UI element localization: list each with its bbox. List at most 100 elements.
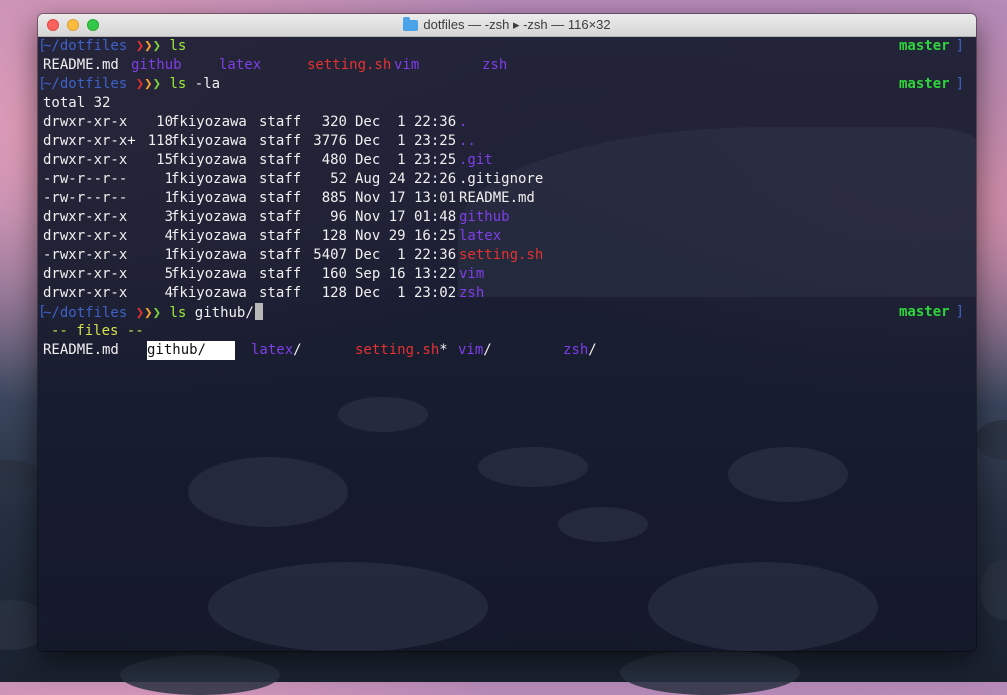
permissions: drwxr-xr-x (43, 114, 128, 130)
owner: fkiyozawa (171, 190, 247, 206)
completion-line: README.md github/latex/setting.sh* vim/zsh… (38, 341, 976, 360)
path-separator: / (293, 342, 302, 358)
file-size: 5407 (313, 247, 347, 263)
owner: fkiyozawa (171, 228, 247, 244)
completion-item[interactable]: README.md (43, 341, 119, 360)
executable-entry: setting.sh (307, 57, 392, 73)
command-argument: -la (194, 76, 221, 92)
completion-item-selected[interactable]: github/ (147, 341, 235, 360)
background-rock (188, 457, 348, 527)
desktop-rock (980, 560, 1007, 620)
directory-entry: github (131, 57, 182, 73)
window-controls (47, 19, 99, 31)
directory-entry: zsh (482, 57, 508, 73)
file-size: 3776 (313, 133, 347, 149)
file-name: .git (459, 152, 493, 168)
long-listing-row: drwxr-xr-x+ 118 fkiyozawa staff 3776 Dec 1 23… (38, 132, 976, 151)
path-separator: / (483, 342, 492, 358)
completion-item[interactable]: latex/ (251, 341, 302, 360)
prompt-arrow-icon: ❯ (135, 76, 145, 92)
file-name: README.md (459, 190, 535, 206)
prompt-directory: ~/dotfiles (43, 76, 128, 92)
link-count: 118 (147, 133, 173, 149)
completion-item[interactable]: setting.sh* (355, 341, 448, 360)
long-listing-row: -rw-r--r-- 1 fkiyozawa staff 52 Aug 24 22:26.… (38, 170, 976, 189)
window-title: dotfiles — -zsh ▸ -zsh — 116×32 (423, 17, 611, 32)
permissions: drwxr-xr-x (43, 209, 128, 225)
desktop-rock (620, 650, 800, 695)
modified-date: Dec 1 22:36 (355, 114, 457, 130)
owner: fkiyozawa (171, 209, 247, 225)
file-entry: README.md (43, 57, 119, 73)
completion-item[interactable]: vim/ (458, 341, 492, 360)
prompt-arrow-icon: ❯ (144, 305, 153, 321)
prompt-line: [~/dotfiles ❯❯❯ ls master] (38, 37, 976, 56)
file-size: 480 (321, 152, 347, 168)
owner: fkiyozawa (171, 171, 247, 187)
prompt-arrow-icon: ❯ (152, 76, 162, 92)
file-size: 160 (321, 266, 347, 282)
long-listing: drwxr-xr-x 10 fkiyozawa staff 320 Dec 1 22:36… (38, 113, 976, 303)
close-button[interactable] (47, 19, 59, 31)
total-line: total 32 (38, 94, 976, 113)
command: ls (169, 76, 187, 92)
minimize-button[interactable] (67, 19, 79, 31)
path-separator: / (588, 342, 597, 358)
directory-entry: vim (394, 57, 420, 73)
permissions: -rwxr-xr-x (43, 247, 128, 263)
total-count: total 32 (43, 95, 111, 111)
completion-header: -- files -- (51, 323, 144, 339)
background-rock (648, 562, 878, 651)
completion-item-label: setting.sh (355, 342, 440, 358)
prompt-arrow-icon: ❯ (152, 38, 162, 54)
prompt-directory: ~/dotfiles (43, 305, 128, 321)
prompt-bracket: ] (955, 304, 964, 320)
file-size: 320 (321, 114, 347, 130)
long-listing-row: drwxr-xr-x 4 fkiyozawa staff 128 Nov 29 16:25… (38, 227, 976, 246)
zoom-button[interactable] (87, 19, 99, 31)
group: staff (259, 266, 302, 282)
group: staff (259, 171, 302, 187)
file-name: setting.sh (459, 247, 544, 263)
completion-item-label: github (147, 342, 198, 358)
file-name: vim (459, 266, 485, 282)
path-separator: / (197, 342, 207, 358)
desktop-rock (120, 655, 280, 695)
permissions: drwxr-xr-x (43, 285, 128, 301)
title-bar[interactable]: dotfiles — -zsh ▸ -zsh — 116×32 (38, 14, 976, 37)
terminal-content[interactable]: [~/dotfiles ❯❯❯ ls master] README.md githu… (38, 37, 976, 651)
group: staff (259, 247, 302, 263)
command-input[interactable]: github/ (195, 305, 254, 321)
modified-date: Nov 17 13:01 (355, 190, 457, 206)
directory-entry: latex (219, 57, 262, 73)
file-name: .gitignore (459, 171, 544, 187)
prompt-line: [~/dotfiles ❯❯❯ ls -la master] (38, 75, 976, 94)
git-branch: master] (899, 75, 964, 94)
desktop-rock (0, 460, 40, 490)
file-size: 128 (321, 285, 347, 301)
long-listing-row: drwxr-xr-x 4 fkiyozawa staff 128 Dec 1 23:02 z… (38, 284, 976, 303)
group: staff (259, 190, 302, 206)
background-rock (338, 397, 428, 432)
group: staff (259, 228, 302, 244)
prompt-bracket: [ (38, 38, 47, 54)
executable-marker: * (439, 342, 448, 358)
git-branch: master] (899, 37, 964, 56)
git-branch: master] (899, 303, 964, 322)
long-listing-row: drwxr-xr-x 10 fkiyozawa staff 320 Dec 1 22:36… (38, 113, 976, 132)
modified-date: Dec 1 23:25 (355, 152, 457, 168)
file-size: 885 (321, 190, 347, 206)
modified-date: Nov 29 16:25 (355, 228, 457, 244)
completion-item[interactable]: zsh/ (563, 341, 597, 360)
folder-icon (403, 16, 419, 31)
background-rock (208, 562, 488, 651)
prompt-bracket: [ (38, 76, 47, 92)
owner: fkiyozawa (171, 152, 247, 168)
background-rock (478, 447, 588, 487)
owner: fkiyozawa (171, 247, 247, 263)
permissions: drwxr-xr-x (43, 228, 128, 244)
group: staff (259, 114, 302, 130)
permissions: drwxr-xr-x (43, 266, 128, 282)
prompt-bracket: [ (38, 304, 47, 320)
modified-date: Dec 1 23:25 (355, 133, 457, 149)
